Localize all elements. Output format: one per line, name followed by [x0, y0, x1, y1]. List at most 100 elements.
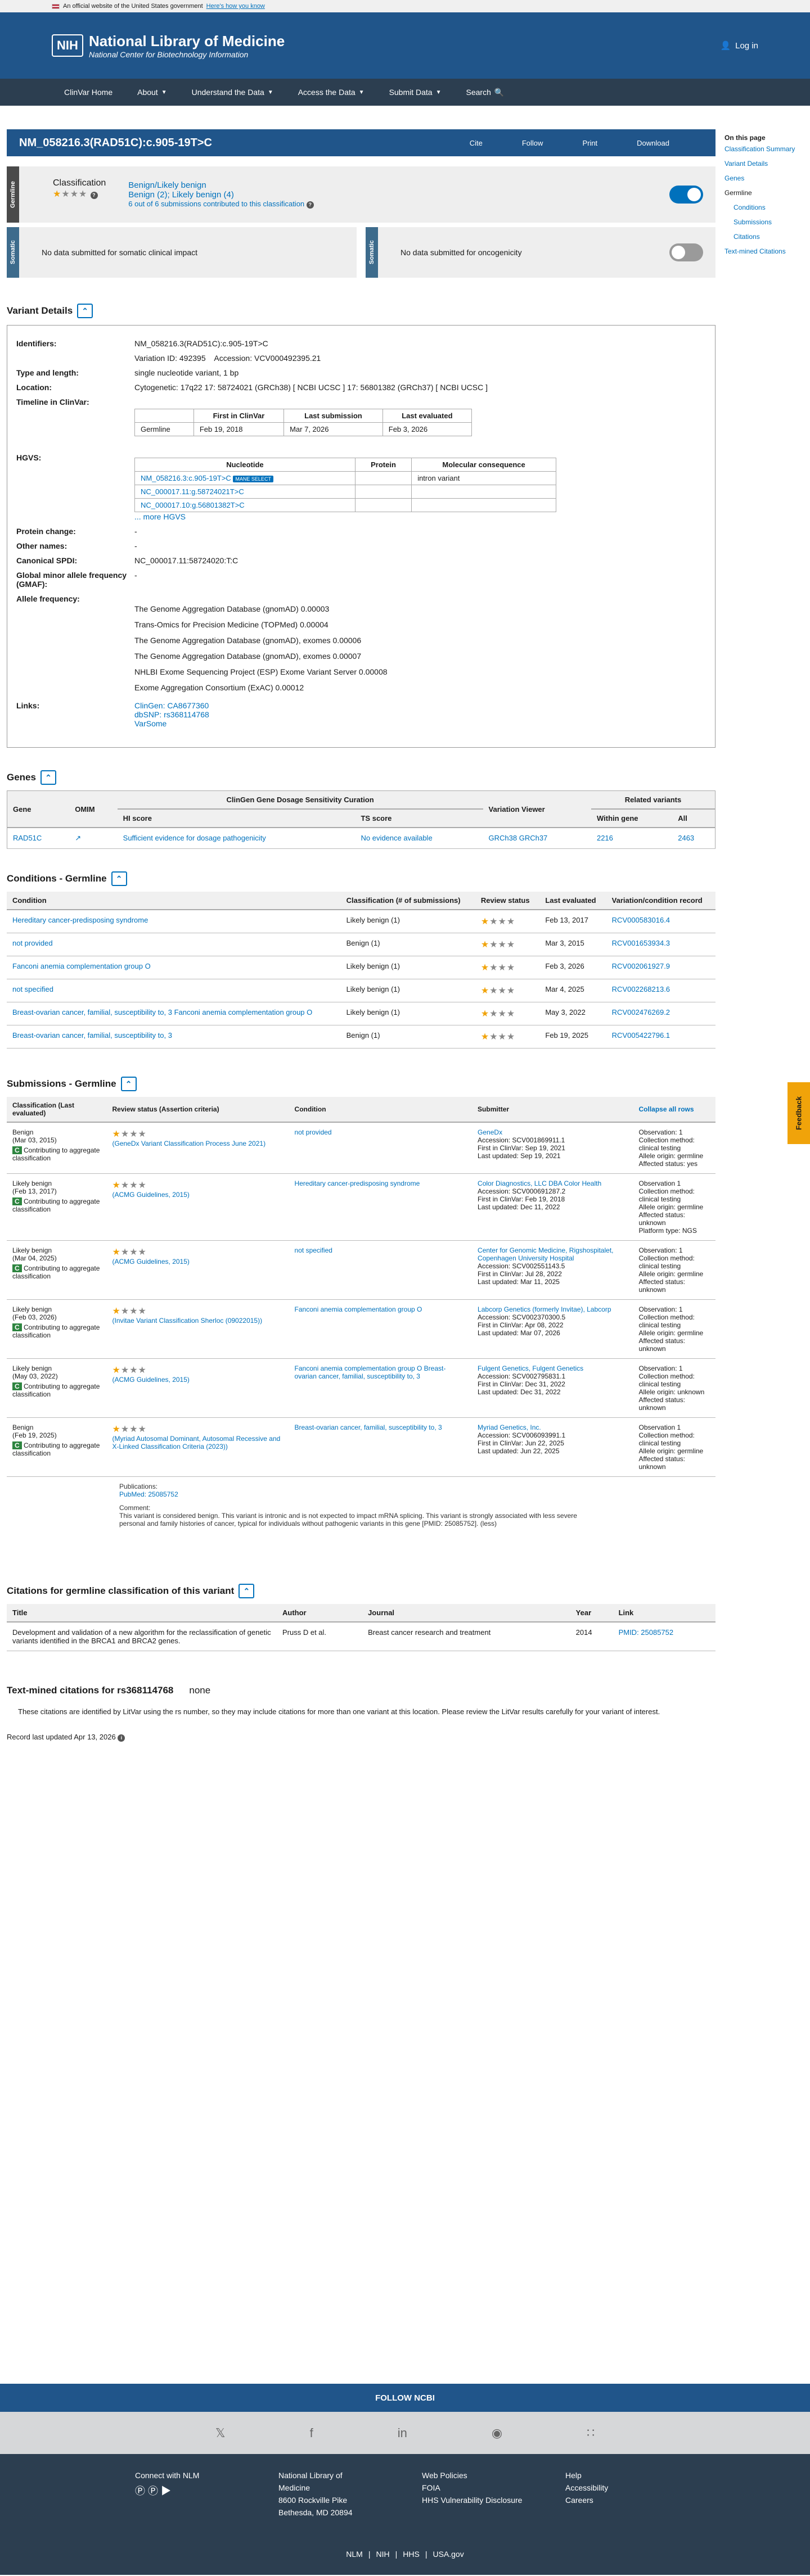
nav-access[interactable]: Access the Data ▼ — [286, 88, 377, 97]
collapse-icon[interactable]: ⌃ — [77, 304, 93, 318]
collapse-icon[interactable]: ⌃ — [111, 871, 127, 886]
follow-button[interactable]: Follow — [522, 139, 543, 147]
feedback-button[interactable]: Feedback — [788, 1082, 810, 1144]
nav-search[interactable]: Search 🔍 — [454, 88, 517, 97]
submitter-link[interactable]: Labcorp Genetics (formerly Invitae), Lab… — [478, 1305, 627, 1313]
info-icon[interactable]: i — [118, 1734, 125, 1742]
criteria-link[interactable]: (ACMG Guidelines, 2015) — [112, 1258, 284, 1266]
footer-link[interactable]: FOIA — [422, 2483, 532, 2492]
toc-citations[interactable]: Citations — [724, 233, 809, 241]
login-button[interactable]: 👤 Log in — [720, 40, 758, 51]
more-hgvs-link[interactable]: ... more HGVS — [134, 512, 706, 521]
download-button[interactable]: Download — [637, 139, 669, 147]
heres-how-link[interactable]: Here's how you know — [206, 3, 265, 10]
github-icon[interactable]: ◉ — [492, 2426, 502, 2441]
somatic-toggle[interactable] — [669, 243, 703, 261]
collapse-icon[interactable]: ⌃ — [120, 1077, 137, 1091]
hi-score-link[interactable]: Sufficient evidence for dosage pathogeni… — [117, 828, 356, 849]
toc-submissions[interactable]: Submissions — [724, 218, 809, 226]
print-button[interactable]: Print — [582, 139, 597, 147]
criteria-link[interactable]: (ACMG Guidelines, 2015) — [112, 1376, 284, 1384]
linkedin-icon[interactable]: in — [398, 2426, 407, 2441]
footer-link[interactable]: NLM — [346, 2550, 363, 2559]
toc-classification-summary[interactable]: Classification Summary — [724, 145, 809, 153]
rcv-link[interactable]: RCV002476269.2 — [606, 1002, 716, 1025]
rcv-link[interactable]: RCV005422796.1 — [606, 1025, 716, 1049]
classification-detail[interactable]: Benign (2); Likely benign (4) — [128, 190, 314, 200]
all-variants-link[interactable]: 2463 — [672, 828, 716, 849]
hgvs-link[interactable]: NM_058216.3:c.905-19T>C — [141, 474, 231, 482]
within-gene-link[interactable]: 2216 — [591, 828, 673, 849]
submitter-link[interactable]: Fulgent Genetics, Fulgent Genetics — [478, 1364, 627, 1372]
toc-variant-details[interactable]: Variant Details — [724, 160, 809, 168]
condition-link[interactable]: Hereditary cancer-predisposing syndrome — [289, 1173, 472, 1241]
nav-submit[interactable]: Submit Data ▼ — [377, 88, 454, 97]
nav-clinvar-home[interactable]: ClinVar Home — [52, 88, 125, 97]
nlm-logo[interactable]: NIH National Library of Medicine Nationa… — [52, 33, 285, 59]
gene-link[interactable]: RAD51C — [7, 828, 70, 849]
x-icon[interactable]: 𝕏 — [215, 2426, 226, 2441]
pubmed-link[interactable]: PubMed: 25085752 — [119, 1490, 603, 1498]
footer-link[interactable]: Web Policies — [422, 2471, 532, 2480]
footer-link[interactable]: Help — [565, 2471, 675, 2480]
hgvs-link[interactable]: NC_000017.11:g.58724021T>C — [141, 487, 244, 496]
submission-count[interactable]: 6 out of 6 submissions contributed to th… — [128, 200, 304, 208]
condition-link[interactable]: Fanconi anemia complementation group O — [289, 1299, 472, 1359]
toc-conditions[interactable]: Conditions — [724, 204, 809, 211]
footer-link[interactable]: USA.gov — [433, 2550, 464, 2559]
collapse-icon[interactable]: ⌃ — [40, 770, 56, 785]
submitter-link[interactable]: GeneDx — [478, 1128, 627, 1136]
submitter-link[interactable]: Color Diagnostics, LLC DBA Color Health — [478, 1179, 627, 1187]
germline-toggle[interactable] — [669, 186, 703, 204]
condition-link[interactable]: not specified — [7, 979, 341, 1002]
condition-link[interactable]: Breast-ovarian cancer, familial, suscept… — [7, 1025, 341, 1049]
condition-link[interactable]: Breast-ovarian cancer, familial, suscept… — [289, 1417, 472, 1477]
external-link-icon[interactable]: ↗ — [69, 828, 118, 849]
cite-button[interactable]: Cite — [470, 139, 483, 147]
footer-link[interactable]: HHS Vulnerability Disclosure — [422, 2496, 532, 2505]
criteria-link[interactable]: (Myriad Autosomal Dominant, Autosomal Re… — [112, 1435, 284, 1450]
rcv-link[interactable]: RCV000583016.4 — [606, 910, 716, 933]
criteria-link[interactable]: (Invitae Variant Classification Sherloc … — [112, 1317, 284, 1325]
submitter-link[interactable]: Myriad Genetics, Inc. — [478, 1423, 627, 1431]
toc-text-mined[interactable]: Text-mined Citations — [724, 247, 809, 255]
condition-link[interactable]: not specified — [289, 1240, 472, 1300]
toc-genes[interactable]: Genes — [724, 174, 809, 182]
varsome-link[interactable]: VarSome — [134, 719, 706, 728]
info-icon[interactable]: ? — [306, 201, 314, 209]
x-icon[interactable]: Ⓟ — [135, 2485, 145, 2497]
condition-link[interactable]: not provided — [7, 933, 341, 956]
rss-icon[interactable]: ∷ — [587, 2426, 595, 2441]
condition-link[interactable]: Hereditary cancer-predisposing syndrome — [7, 910, 341, 933]
condition-link[interactable]: Fanconi anemia complementation group O B… — [289, 1358, 472, 1418]
dbsnp-link[interactable]: dbSNP: rs368114768 — [134, 710, 706, 719]
hgvs-link[interactable]: NC_000017.10:g.56801382T>C — [141, 501, 245, 509]
facebook-icon[interactable]: Ⓟ — [148, 2485, 158, 2497]
footer-link[interactable]: Accessibility — [565, 2483, 675, 2492]
clingen-link[interactable]: ClinGen: CA8677360 — [134, 701, 706, 710]
classification-value[interactable]: Benign/Likely benign — [128, 180, 314, 190]
criteria-link[interactable]: (GeneDx Variant Classification Process J… — [112, 1140, 284, 1147]
pmid-link[interactable]: PMID: 25085752 — [613, 1622, 716, 1651]
ts-score-link[interactable]: No evidence available — [355, 828, 483, 849]
nav-about[interactable]: About ▼ — [125, 88, 179, 97]
rcv-link[interactable]: RCV002061927.9 — [606, 956, 716, 979]
rcv-link[interactable]: RCV002268213.6 — [606, 979, 716, 1002]
footer-link[interactable]: HHS — [403, 2550, 420, 2559]
youtube-icon[interactable]: ▶ — [161, 2485, 171, 2497]
info-icon[interactable]: ? — [90, 192, 98, 199]
condition-link[interactable]: Fanconi anemia complementation group O — [7, 956, 341, 979]
rcv-link[interactable]: RCV001653934.3 — [606, 933, 716, 956]
table-row: not specified Likely benign (1) ★★★★ Mar 4,… — [7, 979, 716, 1002]
criteria-link[interactable]: (ACMG Guidelines, 2015) — [112, 1191, 284, 1199]
variation-viewer-link[interactable]: GRCh38 GRCh37 — [483, 828, 591, 849]
condition-link[interactable]: not provided — [289, 1122, 472, 1174]
facebook-icon[interactable]: f — [310, 2426, 313, 2441]
footer-link[interactable]: Careers — [565, 2496, 675, 2505]
nav-understand[interactable]: Understand the Data ▼ — [179, 88, 286, 97]
submitter-link[interactable]: Center for Genomic Medicine, Rigshospita… — [478, 1246, 627, 1262]
condition-link[interactable]: Breast-ovarian cancer, familial, suscept… — [7, 1002, 341, 1025]
footer-link[interactable]: NIH — [376, 2550, 389, 2559]
collapse-icon[interactable]: ⌃ — [238, 1584, 255, 1598]
collapse-all-button[interactable]: Collapse all rows — [633, 1097, 716, 1123]
